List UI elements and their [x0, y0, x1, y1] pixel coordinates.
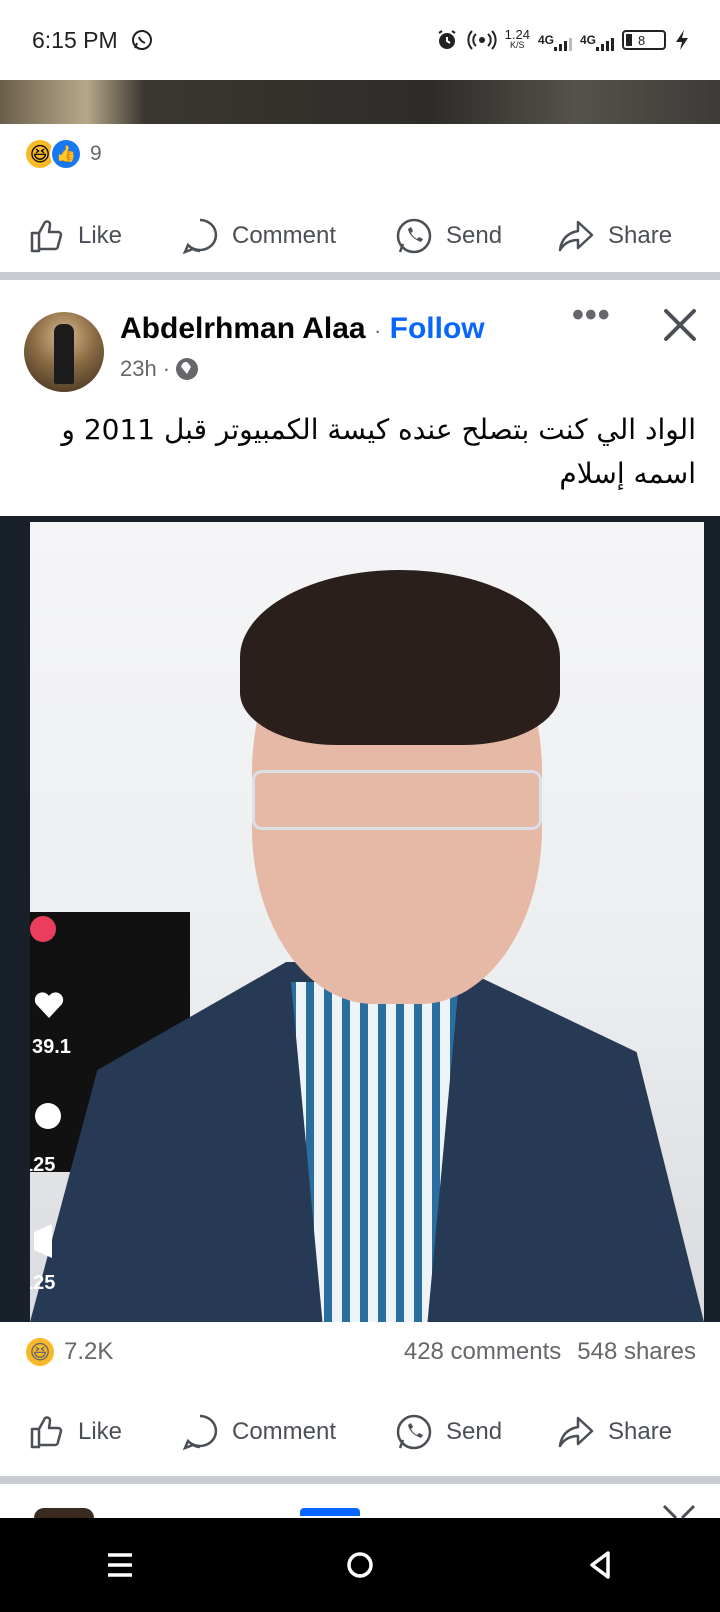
speed-unit: K/S: [510, 40, 525, 50]
share-label: Share: [608, 222, 673, 249]
haha-reaction-icon: 😆: [24, 1336, 56, 1368]
post-divider: [0, 1476, 720, 1484]
signal-sim1: 4G: [537, 33, 572, 51]
shares-count[interactable]: 548 shares: [577, 1338, 696, 1366]
hotspot-icon: [467, 30, 497, 50]
author-name[interactable]: Abdelrhman Alaa: [120, 312, 366, 345]
whatsapp-status-icon: [131, 30, 152, 50]
comment-button[interactable]: Comment: [180, 1412, 336, 1452]
post-meta: 23h ·: [120, 356, 199, 382]
reaction-count: 9: [90, 142, 102, 165]
tiktok-share-icon: [34, 1224, 52, 1258]
follow-separator: ·: [373, 318, 382, 343]
post-time[interactable]: 23h: [120, 356, 157, 382]
close-post-button[interactable]: [660, 305, 700, 345]
next-post-close-icon[interactable]: [662, 1504, 696, 1518]
author-avatar[interactable]: [24, 312, 104, 392]
share-label: Share: [608, 1418, 673, 1445]
alarm-icon: [438, 30, 456, 49]
previous-post-action-bar: Like Comment Send Share: [0, 206, 720, 266]
like-reaction-icon: 👍: [50, 138, 82, 170]
post-divider: [0, 272, 720, 280]
share-button[interactable]: Share: [556, 1412, 672, 1452]
thumbs-up-icon: [30, 1416, 63, 1449]
system-navigation-bar: [0, 1518, 720, 1612]
share-arrow-icon: [558, 220, 594, 252]
like-button[interactable]: Like: [26, 1412, 122, 1452]
video-person-hair: [240, 570, 560, 745]
post-stats: 😆 7.2K 428 comments 548 shares: [24, 1330, 696, 1374]
share-arrow-icon: [558, 1416, 594, 1448]
speed-value: 1.24: [504, 27, 530, 42]
next-post-follow[interactable]: [300, 1508, 360, 1516]
comment-icon: [182, 1414, 218, 1451]
video-frame: 39.1 125 125: [30, 522, 704, 1322]
home-button[interactable]: [340, 1545, 380, 1585]
thumbs-up-icon: [30, 220, 63, 253]
tiktok-share-count: 125: [30, 1272, 56, 1294]
like-label: Like: [78, 222, 123, 249]
send-label: Send: [446, 1418, 503, 1445]
back-button[interactable]: [580, 1545, 620, 1585]
follow-button[interactable]: Follow: [390, 312, 485, 345]
signal-bars-icon: [553, 38, 572, 51]
tiktok-like-count: 39.1: [32, 1036, 71, 1058]
net-type-1: 4G: [537, 33, 554, 47]
signal-sim2: 4G: [579, 33, 614, 51]
public-globe-icon: [176, 358, 199, 380]
meta-separator: ·: [162, 356, 171, 381]
send-button[interactable]: Send: [394, 1412, 502, 1452]
whatsapp-send-icon: [396, 218, 432, 254]
next-post-avatar[interactable]: [34, 1508, 94, 1518]
post-reaction-count[interactable]: 7.2K: [64, 1338, 113, 1366]
like-button[interactable]: Like: [26, 216, 122, 256]
whatsapp-send-icon: [396, 1414, 432, 1450]
comment-icon: [182, 218, 218, 255]
comment-label: Comment: [232, 1418, 337, 1445]
send-label: Send: [446, 222, 503, 249]
more-options-button[interactable]: •••: [572, 296, 611, 335]
like-label: Like: [78, 1418, 123, 1445]
post-stats-right: 428 comments 548 shares: [404, 1338, 696, 1366]
charging-icon: [676, 30, 688, 50]
post-video[interactable]: 39.1 125 125: [0, 516, 720, 1322]
post-caption: الواد الي كنت بتصلح عنده كيسة الكمبيوتر …: [61, 413, 696, 490]
tiktok-overlay-column: 39.1 125 125: [30, 522, 78, 1322]
previous-post-reactions[interactable]: 😆 👍 9: [24, 138, 102, 170]
comments-count[interactable]: 428 comments: [404, 1338, 561, 1366]
send-button[interactable]: Send: [394, 216, 502, 256]
tiktok-comment-icon: [35, 1103, 61, 1129]
previous-post-image[interactable]: [0, 80, 720, 124]
net-type-2: 4G: [579, 33, 596, 47]
status-bar: 6:15 PM 1.24 K/S 4G 4G 8: [0, 0, 720, 80]
signal-bars-icon: [596, 38, 614, 51]
network-speed: 1.24 K/S: [504, 27, 530, 51]
post-action-bar: Like Comment Send Share: [0, 1402, 720, 1462]
comment-label: Comment: [232, 222, 337, 249]
tiktok-heart-icon: [34, 992, 64, 1018]
status-right: 1.24 K/S 4G 4G 8: [435, 28, 690, 52]
status-left: 6:15 PM: [32, 27, 154, 54]
recent-apps-button[interactable]: [100, 1545, 140, 1585]
video-person-glasses: [252, 770, 542, 830]
post-author-line: Abdelrhman Alaa · Follow: [120, 312, 485, 346]
status-time: 6:15 PM: [32, 26, 118, 53]
comment-button[interactable]: Comment: [180, 216, 336, 256]
tiktok-follow-plus-icon: [30, 916, 56, 942]
battery-icon: 8: [622, 30, 666, 50]
share-button[interactable]: Share: [556, 216, 672, 256]
tiktok-comment-count: 125: [30, 1154, 56, 1176]
battery-level: 8: [638, 32, 646, 48]
